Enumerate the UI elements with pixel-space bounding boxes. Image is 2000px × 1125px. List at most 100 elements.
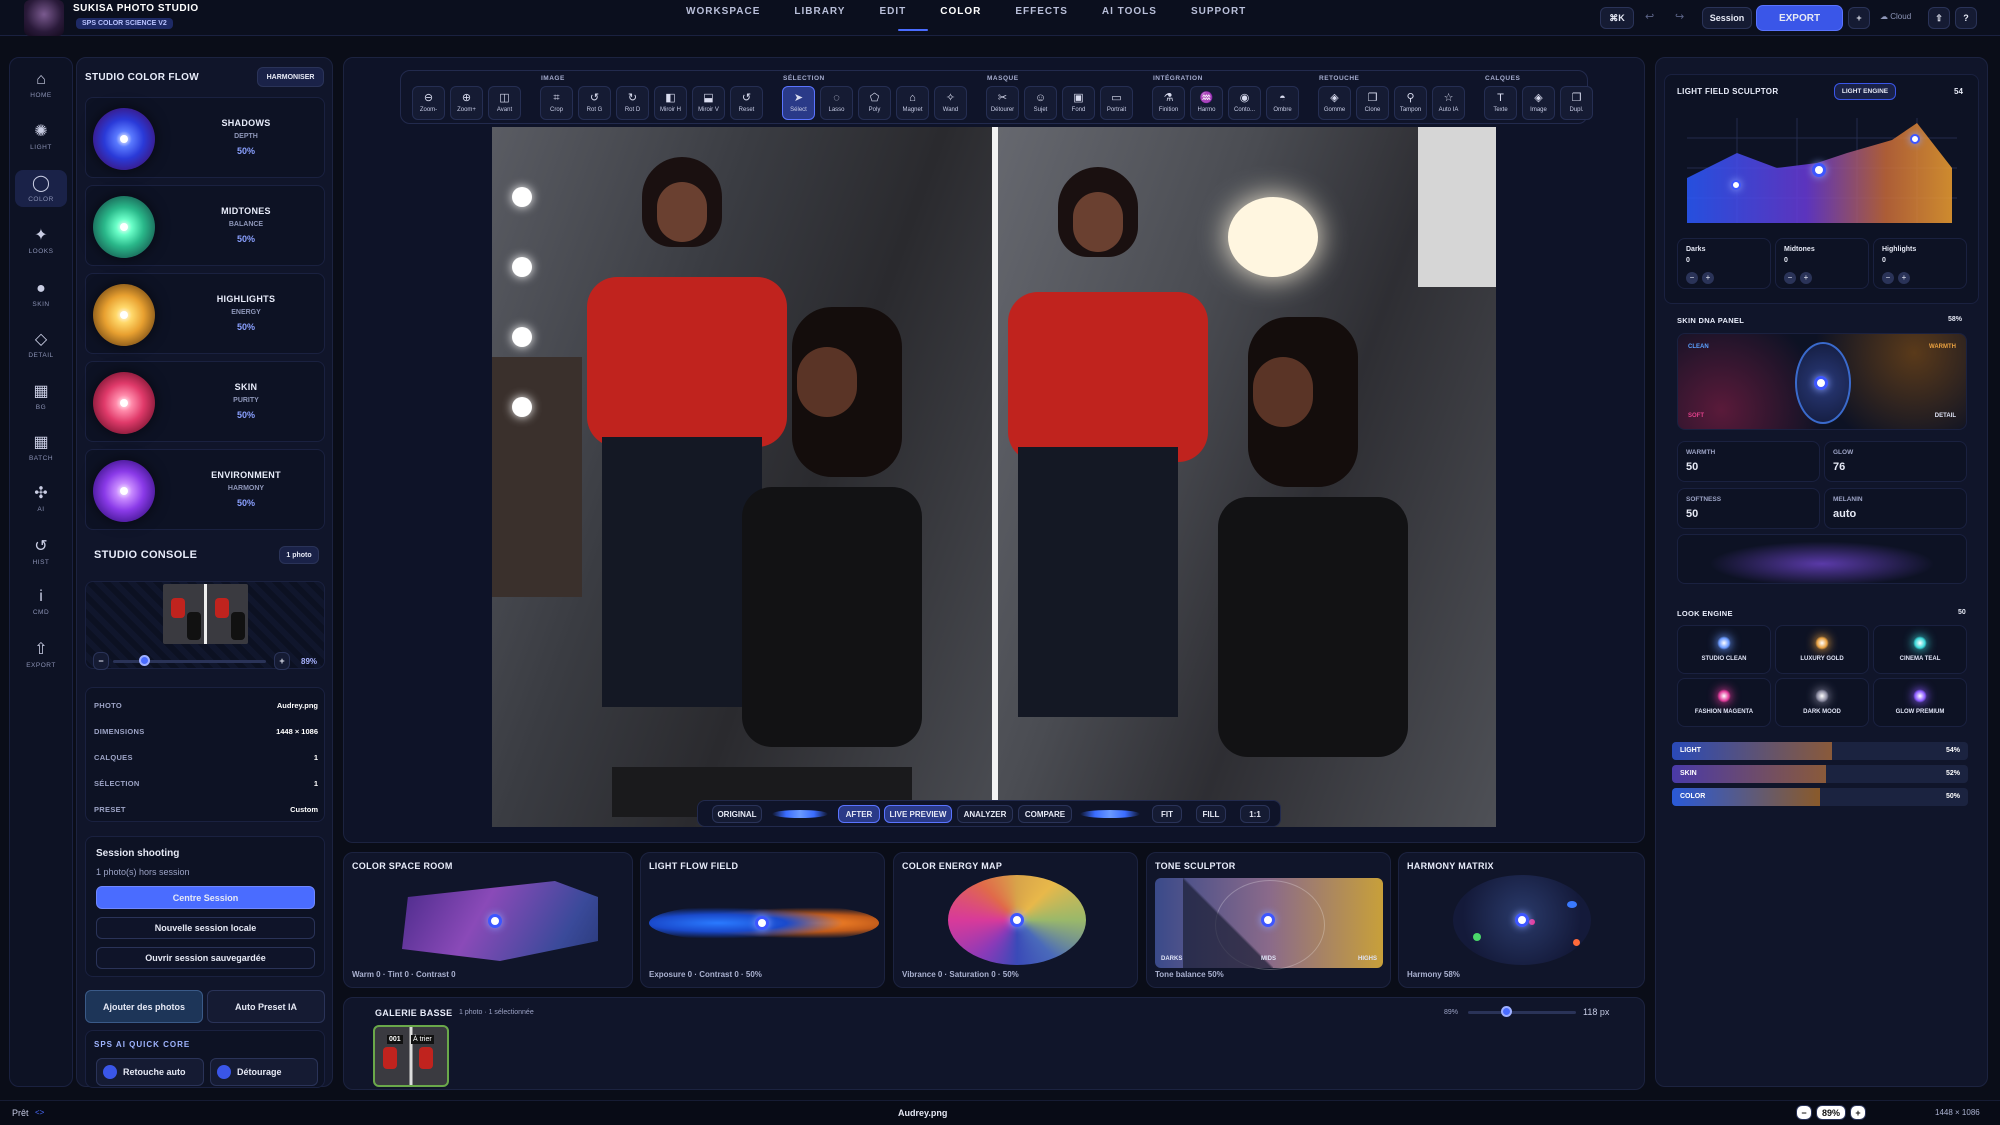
sidebar-item-light[interactable]: ✺ LIGHT [9, 122, 73, 151]
tool-d-tourer[interactable]: ✂ Détourer [986, 86, 1019, 120]
sidebar-item-ai[interactable]: ✣ AI [9, 484, 73, 513]
view-after-button[interactable]: AFTER [838, 805, 880, 823]
nav-library[interactable]: LIBRARY [794, 6, 845, 17]
sidebar-item-bg[interactable]: ▦ BG [9, 382, 73, 411]
status-zoom-in-button[interactable]: + [1850, 1105, 1866, 1120]
retouche-auto-button[interactable]: Retouche auto [96, 1058, 204, 1086]
tool-wand[interactable]: ✧ Wand [934, 86, 967, 120]
look-studio-clean[interactable]: STUDIO CLEAN [1677, 625, 1771, 674]
tool-magnet[interactable]: ⌂ Magnet [896, 86, 929, 120]
tool-crop[interactable]: ⌗ Crop [540, 86, 573, 120]
tool-conto[interactable]: ◉ Conto... [1228, 86, 1261, 120]
midtones-color-wheel[interactable] [93, 196, 155, 258]
tool-miroir-v[interactable]: ⬓ Miroir V [692, 86, 725, 120]
console-zoom-slider[interactable] [113, 660, 266, 663]
nav-support[interactable]: SUPPORT [1191, 6, 1246, 17]
highlights-color-wheel[interactable] [93, 284, 155, 346]
lfs-box-minus-button[interactable]: − [1882, 272, 1894, 284]
look-luxury-gold[interactable]: LUXURY GOLD [1775, 625, 1869, 674]
lfs-high-point[interactable] [1910, 134, 1920, 144]
lfs-box-plus-button[interactable]: + [1702, 272, 1714, 284]
tool-rot-d[interactable]: ↻ Rot D [616, 86, 649, 120]
command-palette-button[interactable]: ⌘K [1600, 7, 1634, 29]
sidebar-item-detail[interactable]: ◇ DETAIL [9, 330, 73, 359]
export-button[interactable]: EXPORT [1756, 5, 1843, 31]
photo-canvas[interactable] [492, 127, 1496, 827]
look-fashion-magenta[interactable]: FASHION MAGENTA [1677, 678, 1771, 727]
tool-finition[interactable]: ⚗ Finition [1152, 86, 1185, 120]
gallery-size-handle[interactable] [1500, 1006, 1512, 1017]
nav-ai-tools[interactable]: AI TOOLS [1102, 6, 1157, 17]
skin-stat-melanin[interactable]: MELANIN auto [1824, 488, 1967, 529]
tool-reset[interactable]: ↺ Reset [730, 86, 763, 120]
view-analyzer-button[interactable]: ANALYZER [957, 805, 1013, 823]
harmony-handle[interactable] [1515, 913, 1529, 927]
gallery-thumbnail[interactable]: 001 À trier [373, 1025, 449, 1087]
tool-zoom[interactable]: ⊕ Zoom+ [450, 86, 483, 120]
status-zoom-out-button[interactable]: − [1796, 1105, 1812, 1120]
color-energy-handle[interactable] [1010, 913, 1024, 927]
console-zoom-out-button[interactable]: − [93, 652, 109, 670]
sidebar-item-skin[interactable]: ● SKIN [9, 279, 73, 308]
tool-zoom[interactable]: ⊖ Zoom- [412, 86, 445, 120]
tool-harmo[interactable]: ♒ Harmo [1190, 86, 1223, 120]
tool-fond[interactable]: ▣ Fond [1062, 86, 1095, 120]
tool-lasso[interactable]: ◌ Lasso [820, 86, 853, 120]
help-button[interactable]: ? [1955, 7, 1977, 29]
undo-icon[interactable]: ↩ [1645, 10, 1654, 23]
skin-stat-warmth[interactable]: WARMTH 50 [1677, 441, 1820, 482]
tool-clone[interactable]: ❐ Clone [1356, 86, 1389, 120]
add-photos-button[interactable]: Ajouter des photos [85, 990, 203, 1023]
nav-color[interactable]: COLOR [940, 6, 981, 17]
view-original-button[interactable]: ORIGINAL [712, 805, 762, 823]
tool-poly[interactable]: ⬠ Poly [858, 86, 891, 120]
redo-icon[interactable]: ↪ [1675, 10, 1684, 23]
nav-edit[interactable]: EDIT [879, 6, 906, 17]
lfs-box-plus-button[interactable]: + [1898, 272, 1910, 284]
console-zoom-handle[interactable] [138, 655, 150, 666]
sidebar-item-export[interactable]: ⇧ EXPORT [9, 640, 73, 669]
auto-preset-button[interactable]: Auto Preset IA [207, 990, 325, 1023]
light-flow-handle[interactable] [755, 916, 769, 930]
sidebar-item-color[interactable]: ◯ COLOR [15, 170, 67, 207]
open-saved-session-button[interactable]: Ouvrir session sauvegardée [96, 947, 315, 969]
tool-auto-ia[interactable]: ☆ Auto IA [1432, 86, 1465, 120]
skin-color-wheel[interactable] [93, 372, 155, 434]
tool-avant[interactable]: ◫ Avant [488, 86, 521, 120]
tool-s-lect[interactable]: ➤ Sélect [782, 86, 815, 120]
sidebar-item-home[interactable]: ⌂ HOME [9, 70, 73, 99]
sidebar-item-batch[interactable]: ▦ BATCH [9, 433, 73, 462]
upload-button[interactable]: ⇧ [1928, 7, 1950, 29]
view-live-preview-button[interactable]: LIVE PREVIEW [884, 805, 952, 823]
view-fit-button[interactable]: FIT [1152, 805, 1182, 823]
look-glow-premium[interactable]: GLOW PREMIUM [1873, 678, 1967, 727]
harmoniser-button[interactable]: HARMONISER [257, 67, 324, 87]
tool-gomme[interactable]: ◈ Gomme [1318, 86, 1351, 120]
lfs-dark-point[interactable] [1731, 180, 1741, 190]
tool-ombre[interactable]: ◓ Ombre [1266, 86, 1299, 120]
tool-texte[interactable]: T Texte [1484, 86, 1517, 120]
session-button[interactable]: Session [1702, 7, 1752, 29]
console-zoom-in-button[interactable]: + [274, 652, 290, 670]
view-fill-button[interactable]: FILL [1196, 805, 1226, 823]
view-1-1-button[interactable]: 1:1 [1240, 805, 1270, 823]
sidebar-item-hist[interactable]: ↺ HIST [9, 537, 73, 566]
add-button[interactable]: + [1848, 7, 1870, 29]
new-local-session-button[interactable]: Nouvelle session locale [96, 917, 315, 939]
lfs-box-minus-button[interactable]: − [1784, 272, 1796, 284]
environment-color-wheel[interactable] [93, 460, 155, 522]
tone-sculptor-handle[interactable] [1261, 913, 1275, 927]
color-space-handle[interactable] [488, 914, 502, 928]
detourage-button[interactable]: Détourage [210, 1058, 318, 1086]
skin-stat-glow[interactable]: GLOW 76 [1824, 441, 1967, 482]
look-dark-mood[interactable]: DARK MOOD [1775, 678, 1869, 727]
sidebar-item-cmd[interactable]: i CMD [9, 587, 73, 616]
shadows-color-wheel[interactable] [93, 108, 155, 170]
lfs-box-plus-button[interactable]: + [1800, 272, 1812, 284]
lfs-mid-point[interactable] [1812, 163, 1826, 177]
centre-session-button[interactable]: Centre Session [96, 886, 315, 909]
tool-rot-g[interactable]: ↺ Rot G [578, 86, 611, 120]
lfs-box-minus-button[interactable]: − [1686, 272, 1698, 284]
tool-portrait[interactable]: ▭ Portrait [1100, 86, 1133, 120]
tool-sujet[interactable]: ☺ Sujet [1024, 86, 1057, 120]
